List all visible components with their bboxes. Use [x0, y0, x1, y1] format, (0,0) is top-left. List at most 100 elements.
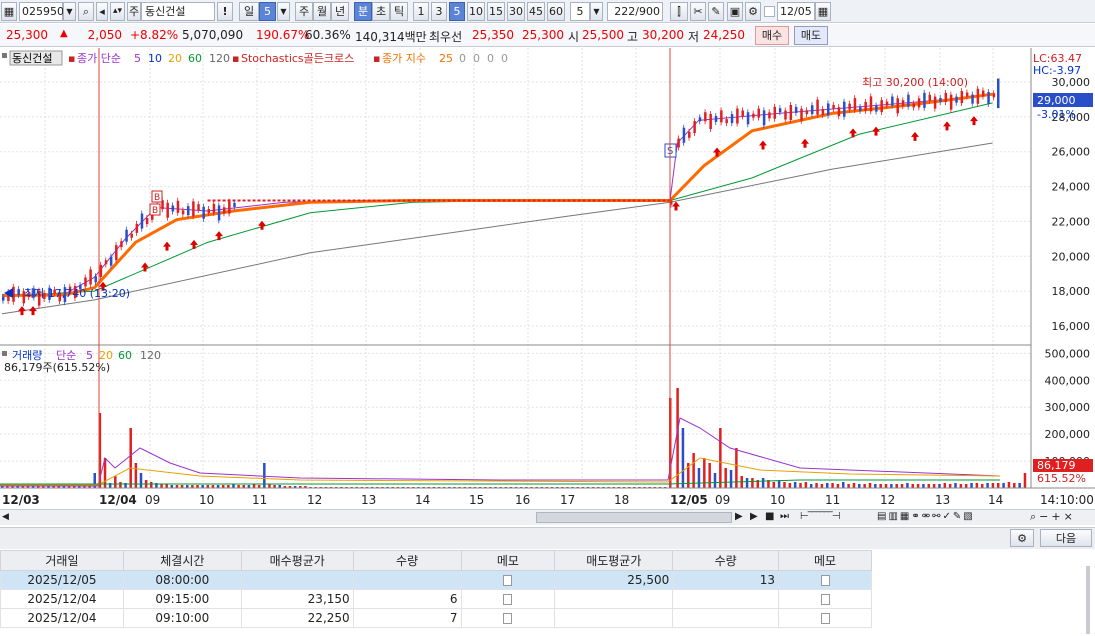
- memo-icon[interactable]: [820, 594, 830, 605]
- interval-3-button[interactable]: 3: [431, 2, 447, 21]
- date-field[interactable]: 12/05: [777, 2, 815, 21]
- candle-body: [109, 256, 113, 266]
- candle-body: [135, 223, 139, 233]
- memo-icon[interactable]: [503, 613, 513, 624]
- interval-1-button[interactable]: 1: [413, 2, 429, 21]
- scroll-right-icon[interactable]: ▶: [735, 511, 743, 522]
- interval-10-button[interactable]: 10: [467, 2, 485, 21]
- high-price: 30,200: [642, 28, 684, 42]
- period-num-field[interactable]: 5: [259, 2, 276, 21]
- chart-scrollbar[interactable]: ◀ ▶ ▶ ■ ⏭ ⊢‾‾‾‾‾‾⊣ ▤▥▦⚭⚮⚯✓✎▧ ⌕−+×: [0, 509, 1095, 525]
- up-triangle-icon: ▲: [60, 28, 68, 39]
- col-buy-qty[interactable]: 수량: [352, 550, 462, 571]
- volume-bar: [954, 483, 957, 488]
- stock-code-input[interactable]: 025950: [19, 2, 64, 21]
- stop-icon[interactable]: ■: [765, 511, 774, 522]
- col-buy-memo[interactable]: 메모: [460, 550, 556, 571]
- memo-icon[interactable]: [503, 594, 513, 605]
- interval-30-button[interactable]: 30: [507, 2, 525, 21]
- table-cell: [460, 570, 556, 590]
- volume-bar: [959, 484, 963, 488]
- volume-bar: [252, 484, 256, 488]
- date-checkbox[interactable]: [764, 6, 775, 17]
- interval-input[interactable]: 5: [570, 2, 590, 21]
- gear-icon[interactable]: ⚙: [745, 2, 761, 21]
- price-chart[interactable]: BBS 30,00028,00026,00024,00022,00020,000…: [0, 48, 1095, 510]
- pen-icon[interactable]: ✎: [708, 2, 724, 21]
- zoom-controls-icons[interactable]: ⌕−+×: [1030, 510, 1076, 524]
- save-icon[interactable]: ▣: [727, 2, 743, 21]
- table-row[interactable]: 2025/12/05 08:00:00 25,500 13: [0, 570, 872, 590]
- interval-5-button[interactable]: 5: [449, 2, 465, 21]
- crosshair-icon[interactable]: ✂: [690, 2, 706, 21]
- warning-button[interactable]: !: [217, 2, 233, 21]
- speaker-icon[interactable]: ◂: [96, 2, 108, 21]
- drawing-tools-icons[interactable]: ▤▥▦⚭⚮⚯✓✎▧: [877, 511, 975, 522]
- interval-45-button[interactable]: 45: [527, 2, 545, 21]
- hc-label: HC:-3.97: [1033, 64, 1081, 77]
- price-tick: 16,000: [1052, 320, 1091, 333]
- buy-button[interactable]: 매수: [755, 26, 789, 45]
- table-row[interactable]: 2025/12/04 09:15:00 23,150 6: [0, 589, 872, 609]
- chart-area[interactable]: BBS 30,00028,00026,00024,00022,00020,000…: [0, 48, 1095, 510]
- candle-body: [222, 207, 226, 214]
- grid-gear-icon[interactable]: ⚙: [1010, 529, 1034, 547]
- table-cell: [672, 608, 780, 628]
- candle-body: [140, 213, 144, 229]
- volume-bar: [1007, 482, 1011, 488]
- period-day-button[interactable]: 일: [239, 2, 259, 21]
- search-icon[interactable]: ⌕: [78, 2, 94, 21]
- col-sell-qty[interactable]: 수량: [672, 550, 780, 571]
- interval-15-button[interactable]: 15: [487, 2, 505, 21]
- interval-dropdown-icon[interactable]: ▼: [590, 2, 603, 21]
- table-cell: [352, 570, 462, 590]
- candle-body: [125, 229, 128, 242]
- period-minute-button[interactable]: 분: [354, 2, 372, 21]
- period-second-button[interactable]: 초: [372, 2, 390, 21]
- interval-60-button[interactable]: 60: [547, 2, 565, 21]
- period-dropdown-icon[interactable]: ▼: [277, 2, 290, 21]
- candle-settings-icon[interactable]: ⫿: [670, 2, 688, 21]
- period-week-button[interactable]: 주: [295, 2, 313, 21]
- stock-name-field[interactable]: 동신건설: [141, 2, 215, 21]
- play-icon[interactable]: ▶: [750, 511, 758, 522]
- memo-icon[interactable]: [820, 575, 830, 586]
- col-sell-avg[interactable]: 매도평균가: [554, 550, 674, 571]
- col-exec-time[interactable]: 체결시간: [122, 550, 242, 571]
- col-trade-date[interactable]: 거래일: [0, 550, 124, 571]
- volume-bar: [916, 484, 920, 488]
- col-sell-memo[interactable]: 메모: [778, 550, 872, 571]
- zoom-slider[interactable]: ⊢‾‾‾‾‾‾⊣: [800, 511, 870, 522]
- next-button[interactable]: 다음: [1040, 529, 1092, 547]
- fast-forward-icon[interactable]: ⏭: [780, 511, 789, 522]
- candle-body: [677, 138, 680, 148]
- candle-body: [741, 110, 744, 117]
- count-field[interactable]: 222/900: [607, 2, 663, 21]
- price-tick: 30,000: [1052, 76, 1091, 89]
- candle-body: [746, 112, 750, 125]
- candle-body: [192, 201, 195, 217]
- volume-bar: [751, 478, 754, 488]
- candle-body: [826, 103, 830, 116]
- scroll-left-icon[interactable]: ◀: [2, 512, 9, 522]
- volume-bar: [970, 483, 973, 488]
- market-badge: 주: [127, 2, 141, 21]
- calendar-icon[interactable]: ▦: [815, 2, 831, 21]
- scroll-thumb[interactable]: [536, 512, 732, 523]
- sell-button[interactable]: 매도: [794, 26, 828, 45]
- prev-next-icon[interactable]: ▴▾: [110, 2, 125, 21]
- menu-icon[interactable]: ▦: [1, 2, 17, 21]
- memo-icon[interactable]: [820, 613, 830, 624]
- col-buy-avg[interactable]: 매수평균가: [240, 550, 354, 571]
- candle-body: [762, 110, 766, 126]
- period-month-button[interactable]: 월: [313, 2, 331, 21]
- period-tick-button[interactable]: 틱: [390, 2, 408, 21]
- table-cell: [240, 570, 354, 590]
- grid-scrollbar[interactable]: [1086, 566, 1090, 634]
- candle-body: [94, 276, 97, 283]
- memo-icon[interactable]: [503, 575, 513, 586]
- table-row[interactable]: 2025/12/04 09:10:00 22,250 7: [0, 608, 872, 628]
- period-year-button[interactable]: 년: [331, 2, 349, 21]
- code-dropdown-icon[interactable]: ▼: [63, 2, 76, 21]
- best-quote-label: 최우선: [429, 30, 463, 44]
